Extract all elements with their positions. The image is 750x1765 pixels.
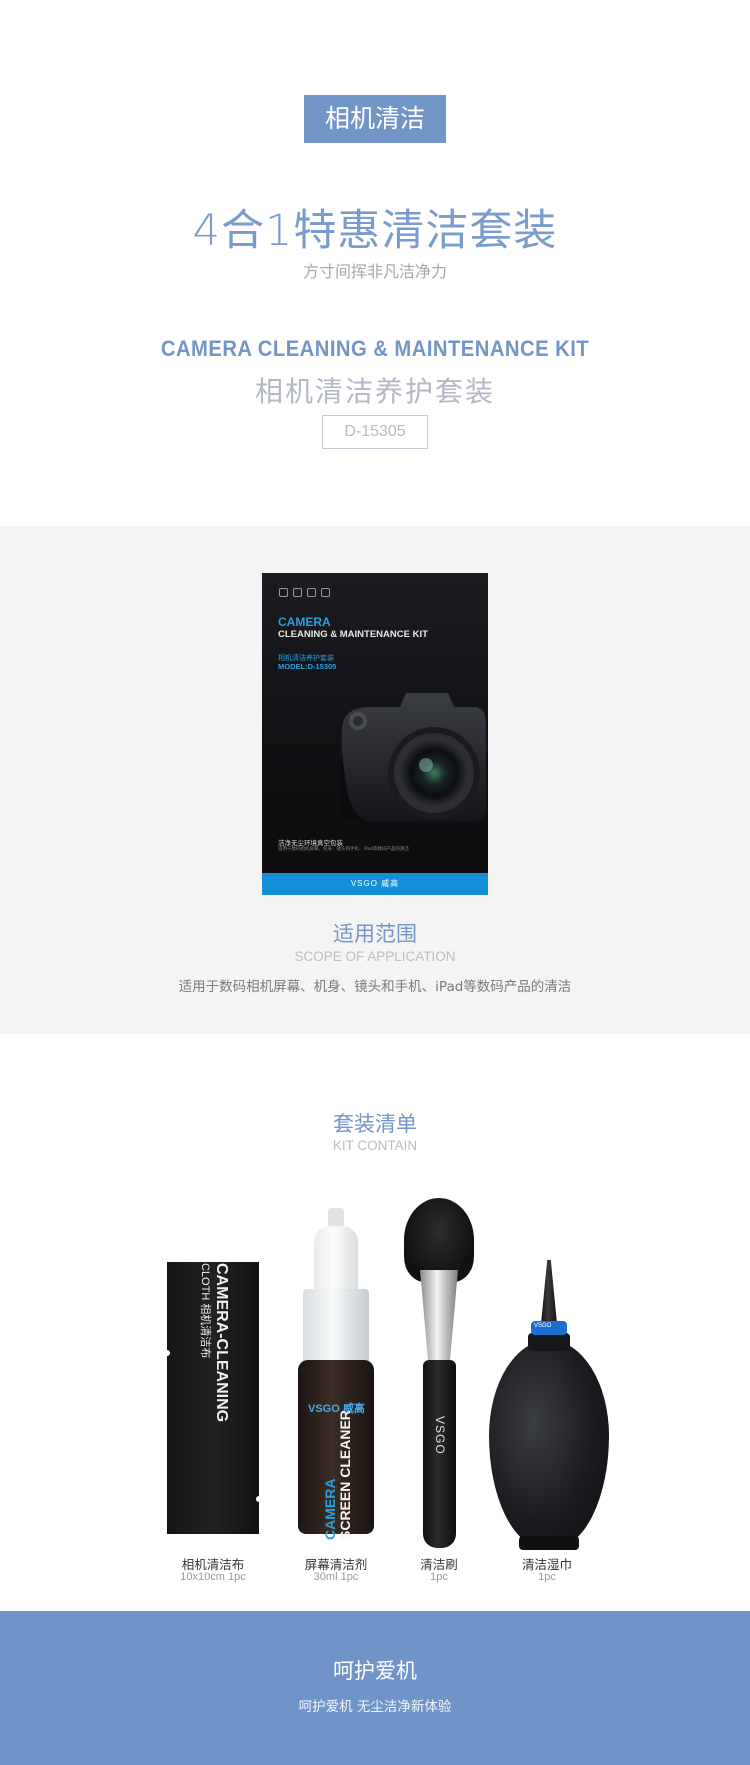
footer-subtitle: 呵护爱机 无尘洁净新体验 — [298, 1699, 452, 1715]
kit-section: 套装清单 KIT CONTAIN CAMERA-CLEANING CLOTH 相… — [0, 1034, 750, 1611]
package-model: MODEL:D-15305 — [278, 662, 337, 671]
brush-logo: VSGO — [433, 1416, 447, 1455]
cloth-pack-text: CAMERA-CLEANING CLOTH 相机清洁布 — [196, 1263, 230, 1533]
cleaning-cloth-image: CAMERA-CLEANING CLOTH 相机清洁布 — [164, 1262, 262, 1534]
packet-notch — [256, 1496, 262, 1502]
footer-banner: 呵护爱机 呵护爱机 无尘洁净新体验 — [0, 1611, 750, 1765]
product-spec-wipes: 1pc — [538, 1571, 556, 1583]
icon-badge-icon — [279, 588, 288, 597]
kit-english: KIT CONTAIN — [332, 1138, 418, 1153]
bottle-label-line2: SCREEN CLEANER — [337, 1410, 353, 1540]
air-blower-image — [489, 1340, 609, 1550]
english-title: CAMERA CLEANING & MAINTENANCE KIT — [160, 336, 590, 361]
product-spec-cloth: 10x10cm 1pc — [180, 1571, 246, 1583]
icon-badge-icon — [293, 588, 302, 597]
scope-description: 适用于数码相机屏幕、机身、镜头和手机、iPad等数码产品的清洁 — [178, 979, 572, 995]
chinese-title: 相机清洁养护套装 — [254, 375, 495, 408]
icon-badge-icon — [321, 588, 330, 597]
package-image: CAMERA CLEANING & MAINTENANCE KIT 相机清洁养护… — [262, 573, 488, 895]
hero-section: 相机清洁 4合1特惠清洁套装 方寸间挥非凡洁净力 CAMERA CLEANING… — [0, 0, 750, 526]
cloth-pack-title: CAMERA-CLEANING — [213, 1263, 230, 1423]
brush-ferrule — [420, 1270, 458, 1364]
icon-badge-icon — [307, 588, 316, 597]
package-brand-strip: VSGO 威高 — [262, 873, 488, 895]
cloth-pack-subtitle: CLOTH 相机清洁布 — [199, 1263, 211, 1359]
product-spec-brush: 1pc — [430, 1571, 448, 1583]
spray-top — [314, 1226, 358, 1292]
packet-notch — [164, 1350, 170, 1356]
cleaning-brush-image: VSGO — [423, 1360, 456, 1548]
screen-cleaner-bottle-image: VSGO 威高 CAMERA SCREEN CLEANER — [298, 1360, 374, 1540]
scope-title: 适用范围 — [333, 922, 417, 946]
bottle-label: CAMERA SCREEN CLEANER — [322, 1390, 353, 1540]
bottle-label-line1: CAMERA — [322, 1478, 338, 1540]
package-subtitle: CLEANING & MAINTENANCE KIT — [278, 629, 428, 640]
package-icons — [279, 588, 330, 597]
category-tag: 相机清洁 — [304, 95, 446, 143]
spray-nozzle — [328, 1208, 344, 1228]
blower-ring: VSGO — [531, 1321, 567, 1335]
spray-cap — [303, 1289, 369, 1363]
product-spec-cleaner: 30ml 1pc — [313, 1571, 359, 1583]
headline: 4合1特惠清洁套装 — [192, 206, 558, 256]
camera-icon — [340, 693, 486, 821]
model-number-badge: D-15305 — [322, 415, 428, 449]
package-title: CAMERA — [278, 615, 331, 629]
brush-bristles — [404, 1198, 474, 1282]
scope-english: SCOPE OF APPLICATION — [294, 949, 456, 964]
blower-neck — [528, 1333, 570, 1351]
footer-title: 呵护爱机 — [333, 1659, 417, 1683]
headline-subtitle: 方寸间挥非凡洁净力 — [302, 262, 447, 281]
blower-logo: VSGO — [534, 1323, 552, 1329]
kit-title: 套装清单 — [333, 1112, 417, 1136]
scope-section: CAMERA CLEANING & MAINTENANCE KIT 相机清洁养护… — [0, 526, 750, 1034]
package-small-print: 适用于数码相机屏幕、机身、镜头和手机、iPad等数码产品的清洁 — [278, 847, 409, 852]
